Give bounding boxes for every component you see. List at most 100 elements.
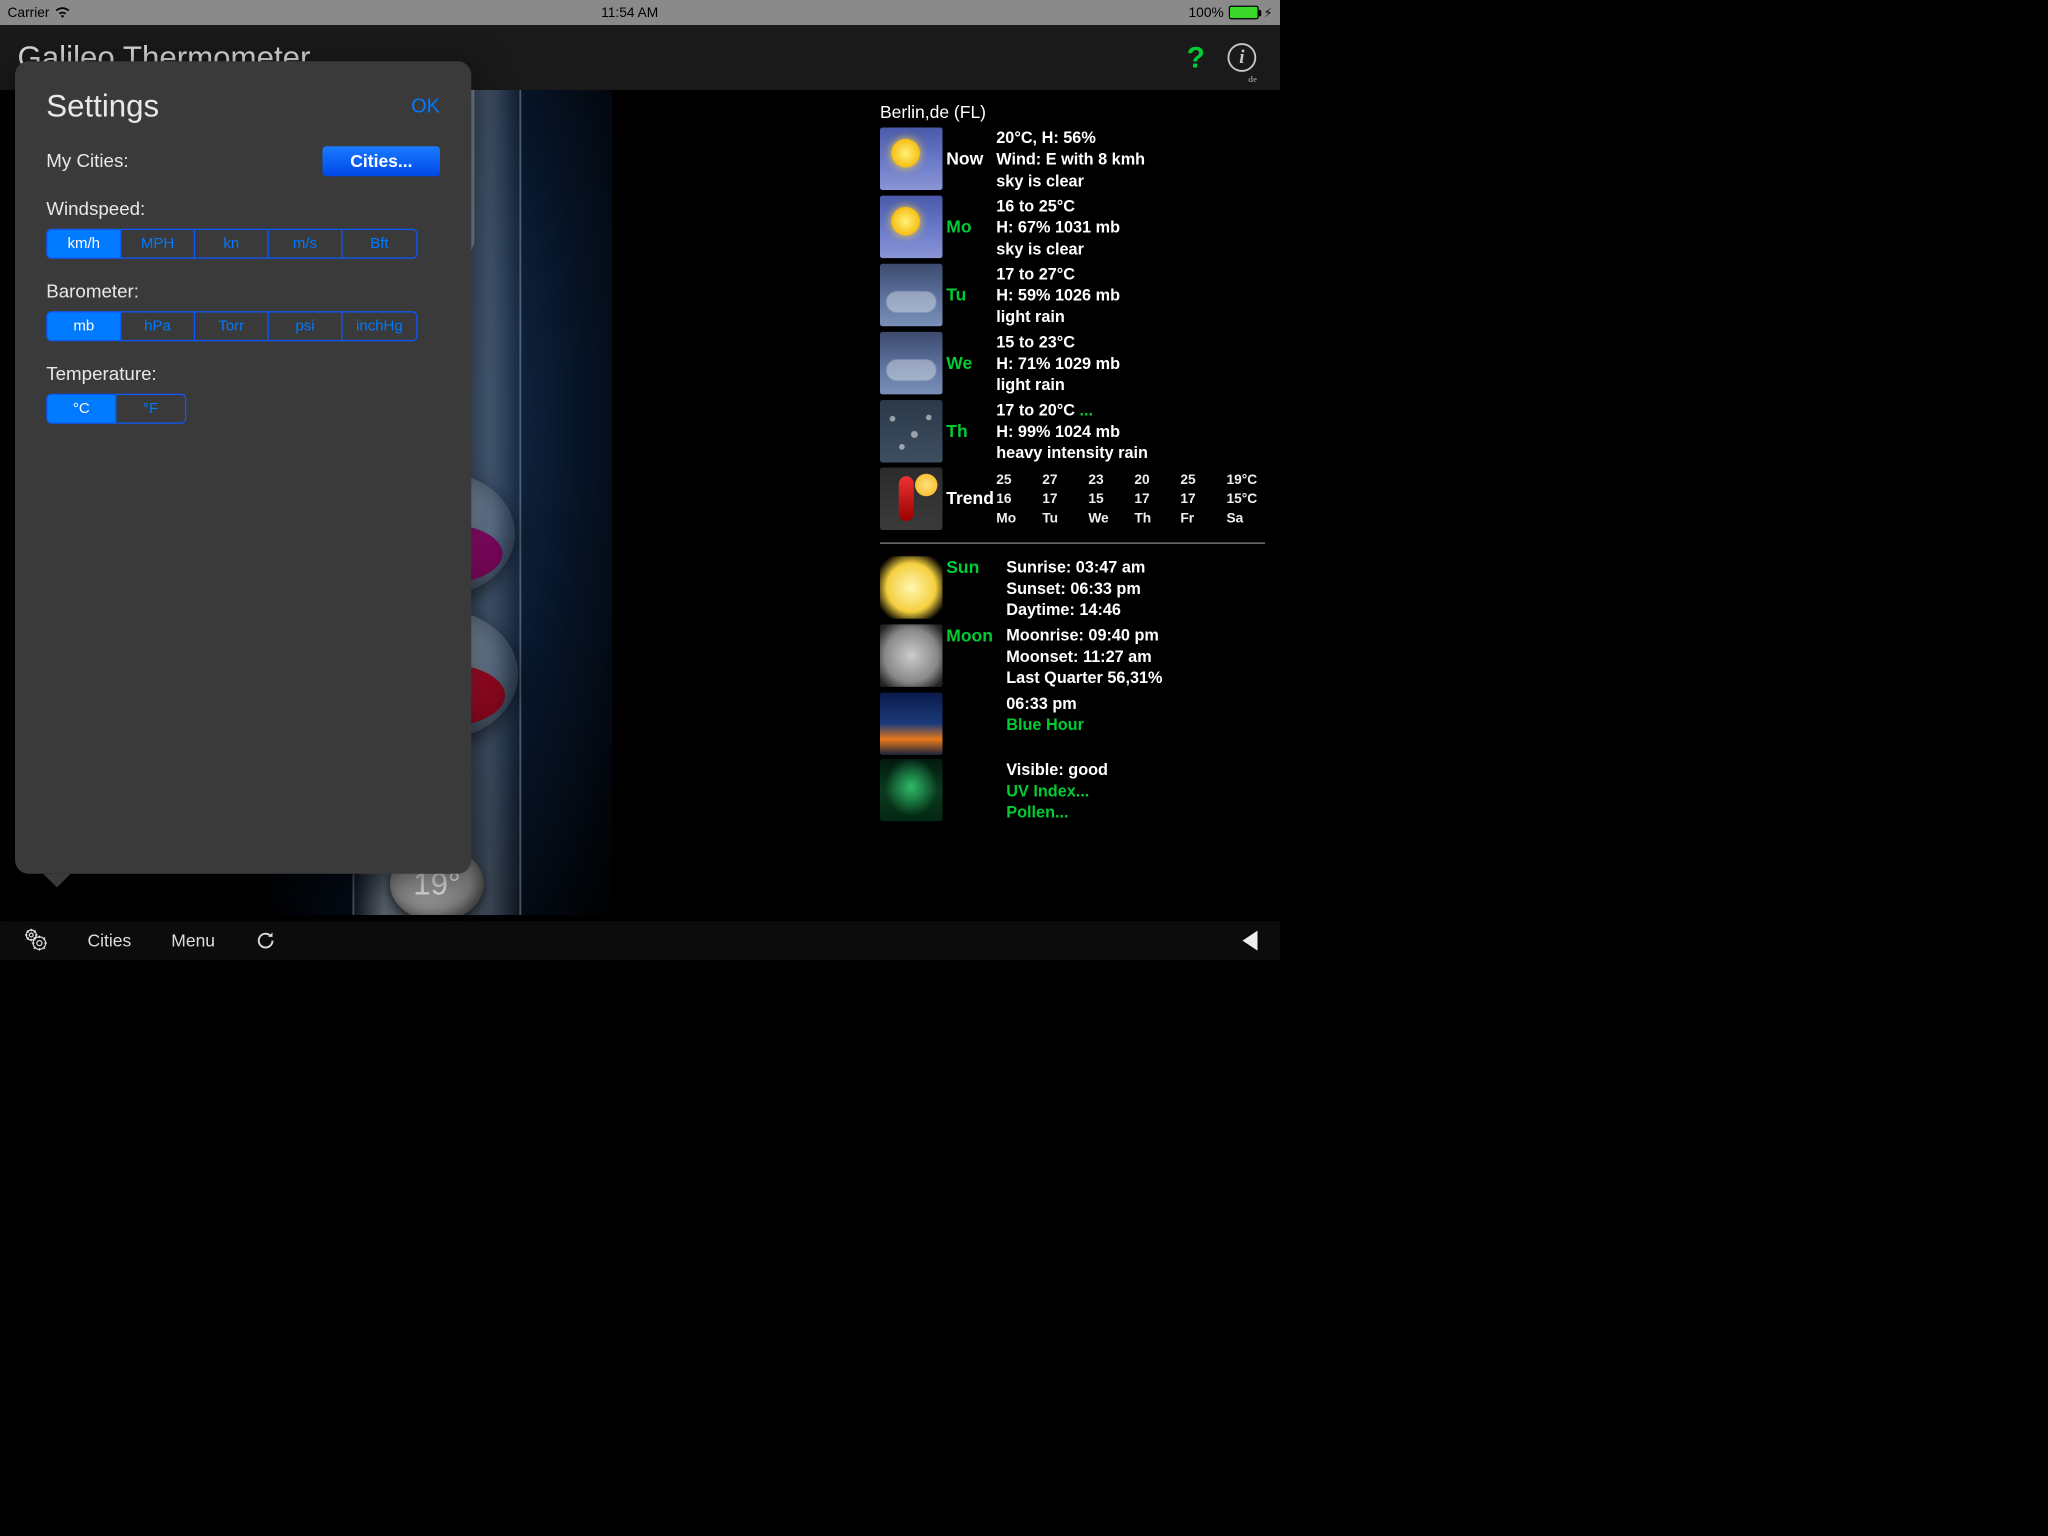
trend-cell: Fr: [1180, 509, 1219, 527]
trend-cell: 23: [1088, 470, 1127, 488]
trend-cell: Tu: [1042, 509, 1081, 527]
barometer-option-torr[interactable]: Torr: [195, 313, 269, 341]
barometer-option-mb[interactable]: mb: [48, 313, 122, 341]
info-icon[interactable]: i de: [1228, 43, 1257, 72]
uv-link[interactable]: UV Index...: [1006, 780, 1108, 801]
day-label: Now: [946, 147, 996, 170]
weather-icon: [880, 332, 943, 395]
weather-icon: [880, 400, 943, 463]
barometer-option-psi[interactable]: psi: [269, 313, 343, 341]
charging-icon: ⚡︎: [1264, 5, 1273, 21]
forecast-line1: 16 to 25°C: [996, 195, 1120, 216]
moonset-text: Moonset: 11:27 am: [1006, 646, 1162, 667]
windspeed-segmented[interactable]: km/hMPHknm/sBft: [46, 229, 417, 259]
trend-cell: 25: [1180, 470, 1219, 488]
trend-row[interactable]: Trend 252723202519°C161715171715°CMoTuWe…: [880, 467, 1265, 530]
settings-popover: Settings OK My Cities: Cities... Windspe…: [15, 61, 471, 874]
aurora-icon: [880, 758, 943, 821]
barometer-segmented[interactable]: mbhPaTorrpsiinchHg: [46, 311, 417, 341]
day-label: Tu: [946, 284, 996, 307]
bluehour-icon: [880, 692, 943, 755]
moonrise-text: Moonrise: 09:40 pm: [1006, 624, 1162, 645]
toolbar-cities[interactable]: Cities: [88, 931, 132, 951]
trend-cell: 17: [1134, 489, 1173, 507]
weather-icon: [880, 196, 943, 259]
trend-cell: 20: [1134, 470, 1173, 488]
temperature-option-f[interactable]: °F: [116, 395, 185, 423]
windspeed-option-kmh[interactable]: km/h: [48, 230, 122, 258]
pollen-link[interactable]: Pollen...: [1006, 801, 1108, 822]
help-icon[interactable]: ?: [1187, 40, 1205, 74]
forecast-line1: 17 to 27°C: [996, 263, 1120, 284]
forecast-line3: sky is clear: [996, 238, 1120, 259]
weather-icon: [880, 264, 943, 327]
trend-cell: Th: [1134, 509, 1173, 527]
trend-cell: 16: [996, 489, 1035, 507]
bluehour-label: Blue Hour: [1006, 714, 1084, 735]
forecast-line2: Wind: E with 8 kmh: [996, 148, 1145, 169]
barometer-option-inchhg[interactable]: inchHg: [343, 313, 417, 341]
moon-row[interactable]: Moon Moonrise: 09:40 pm Moonset: 11:27 a…: [880, 624, 1265, 688]
sun-row[interactable]: Sun Sunrise: 03:47 am Sunset: 06:33 pm D…: [880, 556, 1265, 620]
visible-text: Visible: good: [1006, 758, 1108, 779]
trend-cell: We: [1088, 509, 1127, 527]
moon-icon: [880, 624, 943, 687]
battery-icon: [1229, 6, 1259, 20]
toolbar-menu[interactable]: Menu: [171, 931, 215, 951]
status-time: 11:54 AM: [601, 4, 658, 20]
settings-ok-button[interactable]: OK: [411, 94, 440, 117]
forecast-row-now[interactable]: Now20°C, H: 56%Wind: E with 8 kmhsky is …: [880, 127, 1265, 191]
forecast-panel: Berlin,de (FL) Now20°C, H: 56%Wind: E wi…: [874, 90, 1280, 921]
trend-cell: 15°C: [1226, 489, 1265, 507]
settings-title: Settings: [46, 88, 159, 124]
barometer-label: Barometer:: [46, 281, 440, 302]
reload-icon[interactable]: [255, 930, 276, 951]
forecast-row-mo[interactable]: Mo16 to 25°CH: 67% 1031 mbsky is clear: [880, 195, 1265, 259]
barometer-option-hpa[interactable]: hPa: [121, 313, 195, 341]
bluehour-row[interactable]: 06:33 pm Blue Hour: [880, 692, 1265, 755]
wifi-icon: [55, 6, 71, 19]
forecast-row-th[interactable]: Th17 to 20°C ...H: 99% 1024 mbheavy inte…: [880, 399, 1265, 463]
temperature-label: Temperature:: [46, 364, 440, 385]
forecast-line2: H: 67% 1031 mb: [996, 216, 1120, 237]
forecast-line3: sky is clear: [996, 170, 1145, 191]
trend-cell: 17: [1042, 489, 1081, 507]
daytime-text: Daytime: 14:46: [1006, 599, 1145, 620]
trend-cell: Mo: [996, 509, 1035, 527]
extras-row[interactable]: Visible: good UV Index... Pollen...: [880, 758, 1265, 822]
moon-label: Moon: [946, 624, 1006, 647]
temperature-option-c[interactable]: °C: [48, 395, 117, 423]
forecast-line1: 20°C, H: 56%: [996, 127, 1145, 148]
forecast-line2: H: 59% 1026 mb: [996, 284, 1120, 305]
carrier-label: Carrier: [8, 4, 50, 20]
trend-label: Trend: [946, 487, 996, 510]
sunrise-text: Sunrise: 03:47 am: [1006, 556, 1145, 577]
trend-cell: Sa: [1226, 509, 1265, 527]
trend-cell: 15: [1088, 489, 1127, 507]
windspeed-option-mph[interactable]: MPH: [121, 230, 195, 258]
sunset-text: Sunset: 06:33 pm: [1006, 577, 1145, 598]
sun-icon: [880, 556, 943, 619]
battery-percent: 100%: [1189, 4, 1224, 20]
forecast-line3: light rain: [996, 374, 1120, 395]
windspeed-option-kn[interactable]: kn: [195, 230, 269, 258]
windspeed-label: Windspeed:: [46, 199, 440, 220]
day-label: Mo: [946, 216, 996, 239]
my-cities-label: My Cities:: [46, 151, 128, 172]
cities-button[interactable]: Cities...: [323, 146, 440, 176]
day-label: Th: [946, 420, 996, 443]
windspeed-option-bft[interactable]: Bft: [343, 230, 417, 258]
forecast-line3: light rain: [996, 306, 1120, 327]
back-icon[interactable]: [1243, 931, 1258, 951]
trend-cell: 27: [1042, 470, 1081, 488]
forecast-row-we[interactable]: We15 to 23°CH: 71% 1029 mblight rain: [880, 331, 1265, 395]
trend-cell: 17: [1180, 489, 1219, 507]
forecast-line3: heavy intensity rain: [996, 442, 1148, 463]
temperature-segmented[interactable]: °C°F: [46, 394, 186, 424]
settings-gear-icon[interactable]: [23, 926, 48, 955]
forecast-row-tu[interactable]: Tu17 to 27°CH: 59% 1026 mblight rain: [880, 263, 1265, 327]
bluehour-time: 06:33 pm: [1006, 692, 1084, 713]
forecast-line2: H: 71% 1029 mb: [996, 353, 1120, 374]
weather-icon: [880, 128, 943, 191]
windspeed-option-ms[interactable]: m/s: [269, 230, 343, 258]
